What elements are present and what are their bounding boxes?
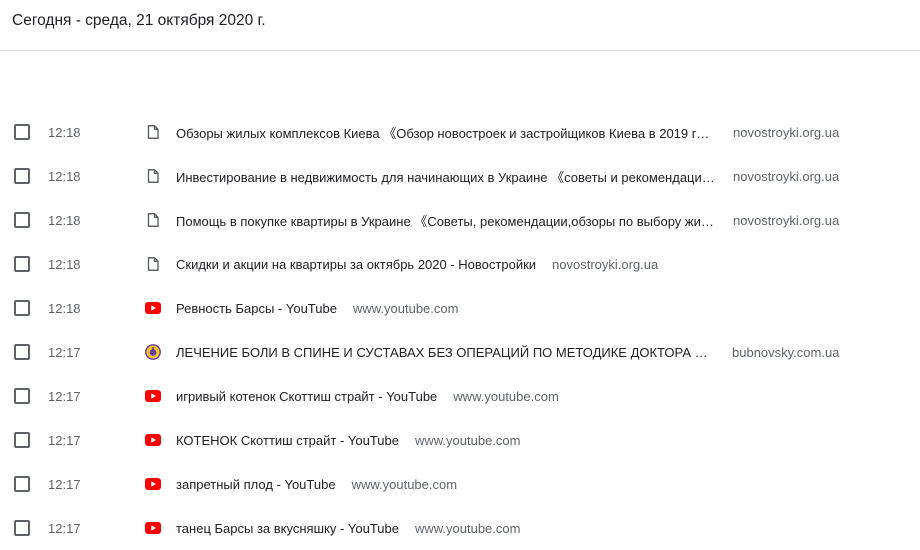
youtube-icon bbox=[145, 432, 161, 448]
youtube-icon bbox=[145, 520, 161, 536]
entry-time: 12:17 bbox=[48, 520, 81, 536]
history-entry[interactable]: 12:17 КОТЕНОК Скоттиш страйт - YouTube www… bbox=[0, 418, 920, 462]
entry-checkbox[interactable] bbox=[14, 432, 30, 448]
entry-title-link[interactable]: игривый котенок Скоттиш страйт - YouTube bbox=[176, 389, 437, 404]
youtube-icon bbox=[145, 300, 161, 316]
entry-title-link[interactable]: Ревность Барсы - YouTube bbox=[176, 301, 337, 316]
history-entry[interactable]: 12:18 Помощь в покупке квартиры в Украине… bbox=[0, 198, 920, 242]
history-entry[interactable]: 12:18 Обзоры жилых комплексов Киева 《Обзо… bbox=[0, 110, 920, 154]
history-entry[interactable]: 12:17 запретный плод - YouTube www.youtube… bbox=[0, 462, 920, 506]
entry-domain: www.youtube.com bbox=[351, 476, 458, 492]
entry-domain: novostroyki.org.ua bbox=[733, 124, 840, 140]
entry-domain: www.youtube.com bbox=[352, 300, 459, 316]
entry-time: 12:17 bbox=[48, 476, 81, 492]
entry-title-link[interactable]: Скидки и акции на квартиры за октябрь 20… bbox=[176, 257, 536, 272]
entry-title-link[interactable]: Помощь в покупке квартиры в Украине 《Сов… bbox=[176, 211, 716, 230]
entry-time: 12:18 bbox=[48, 256, 81, 272]
entry-title-link[interactable]: Инвестирование в недвижимость для начина… bbox=[176, 167, 716, 186]
entry-domain: bubnovsky.com.ua bbox=[732, 344, 840, 360]
entry-time: 12:17 bbox=[48, 388, 81, 404]
entry-time: 12:18 bbox=[48, 124, 81, 140]
history-entry[interactable]: 12:18 Ревность Барсы - YouTube www.youtube… bbox=[0, 286, 920, 330]
youtube-icon bbox=[145, 388, 161, 404]
entry-checkbox[interactable] bbox=[14, 124, 30, 140]
page-icon bbox=[145, 168, 161, 184]
entry-checkbox[interactable] bbox=[14, 520, 30, 536]
history-entry[interactable]: 12:18 Инвестирование в недвижимость для н… bbox=[0, 154, 920, 198]
entry-title-link[interactable]: Обзоры жилых комплексов Киева 《Обзор нов… bbox=[176, 123, 716, 142]
entry-checkbox[interactable] bbox=[14, 344, 30, 360]
entry-title-link[interactable]: КОТЕНОК Скоттиш страйт - YouTube bbox=[176, 433, 399, 448]
entry-time: 12:18 bbox=[48, 300, 81, 316]
entry-checkbox[interactable] bbox=[14, 388, 30, 404]
history-date-header: Сегодня - среда, 21 октября 2020 г. bbox=[0, 0, 920, 51]
entry-domain: novostroyki.org.ua bbox=[733, 168, 840, 184]
entry-domain: www.youtube.com bbox=[414, 432, 521, 448]
entry-domain: www.youtube.com bbox=[453, 388, 559, 404]
entry-title-link[interactable]: запретный плод - YouTube bbox=[176, 477, 336, 492]
entry-checkbox[interactable] bbox=[14, 300, 30, 316]
page-icon bbox=[145, 212, 161, 228]
entry-time: 12:18 bbox=[48, 168, 81, 184]
entry-checkbox[interactable] bbox=[14, 168, 30, 184]
entry-domain: www.youtube.com bbox=[414, 520, 521, 536]
page-icon bbox=[145, 256, 161, 272]
history-entry[interactable]: 12:17 ЛЕЧЕНИЕ БОЛИ В СПИНЕ И СУСТАВАХ БЕЗ… bbox=[0, 330, 920, 374]
entry-checkbox[interactable] bbox=[14, 256, 30, 272]
entry-checkbox[interactable] bbox=[14, 212, 30, 228]
page-icon bbox=[145, 124, 161, 140]
entry-title-link[interactable]: танец Барсы за вкусняшку - YouTube bbox=[176, 521, 399, 536]
entry-time: 12:18 bbox=[48, 212, 81, 228]
history-entry[interactable]: 12:17 танец Барсы за вкусняшку - YouTube w… bbox=[0, 506, 920, 550]
history-entry[interactable]: 12:17 игривый котенок Скоттиш страйт - Yo… bbox=[0, 374, 920, 418]
date-heading: Сегодня - среда, 21 октября 2020 г. bbox=[12, 12, 266, 29]
entry-domain: novostroyki.org.ua bbox=[552, 256, 659, 272]
entry-time: 12:17 bbox=[48, 344, 81, 360]
entry-time: 12:17 bbox=[48, 432, 81, 448]
bubnovsky-icon bbox=[145, 344, 161, 360]
entry-domain: novostroyki.org.ua bbox=[733, 212, 840, 228]
entry-title-link[interactable]: ЛЕЧЕНИЕ БОЛИ В СПИНЕ И СУСТАВАХ БЕЗ ОПЕР… bbox=[176, 345, 714, 360]
history-entry[interactable]: 12:18 Скидки и акции на квартиры за октяб… bbox=[0, 242, 920, 286]
